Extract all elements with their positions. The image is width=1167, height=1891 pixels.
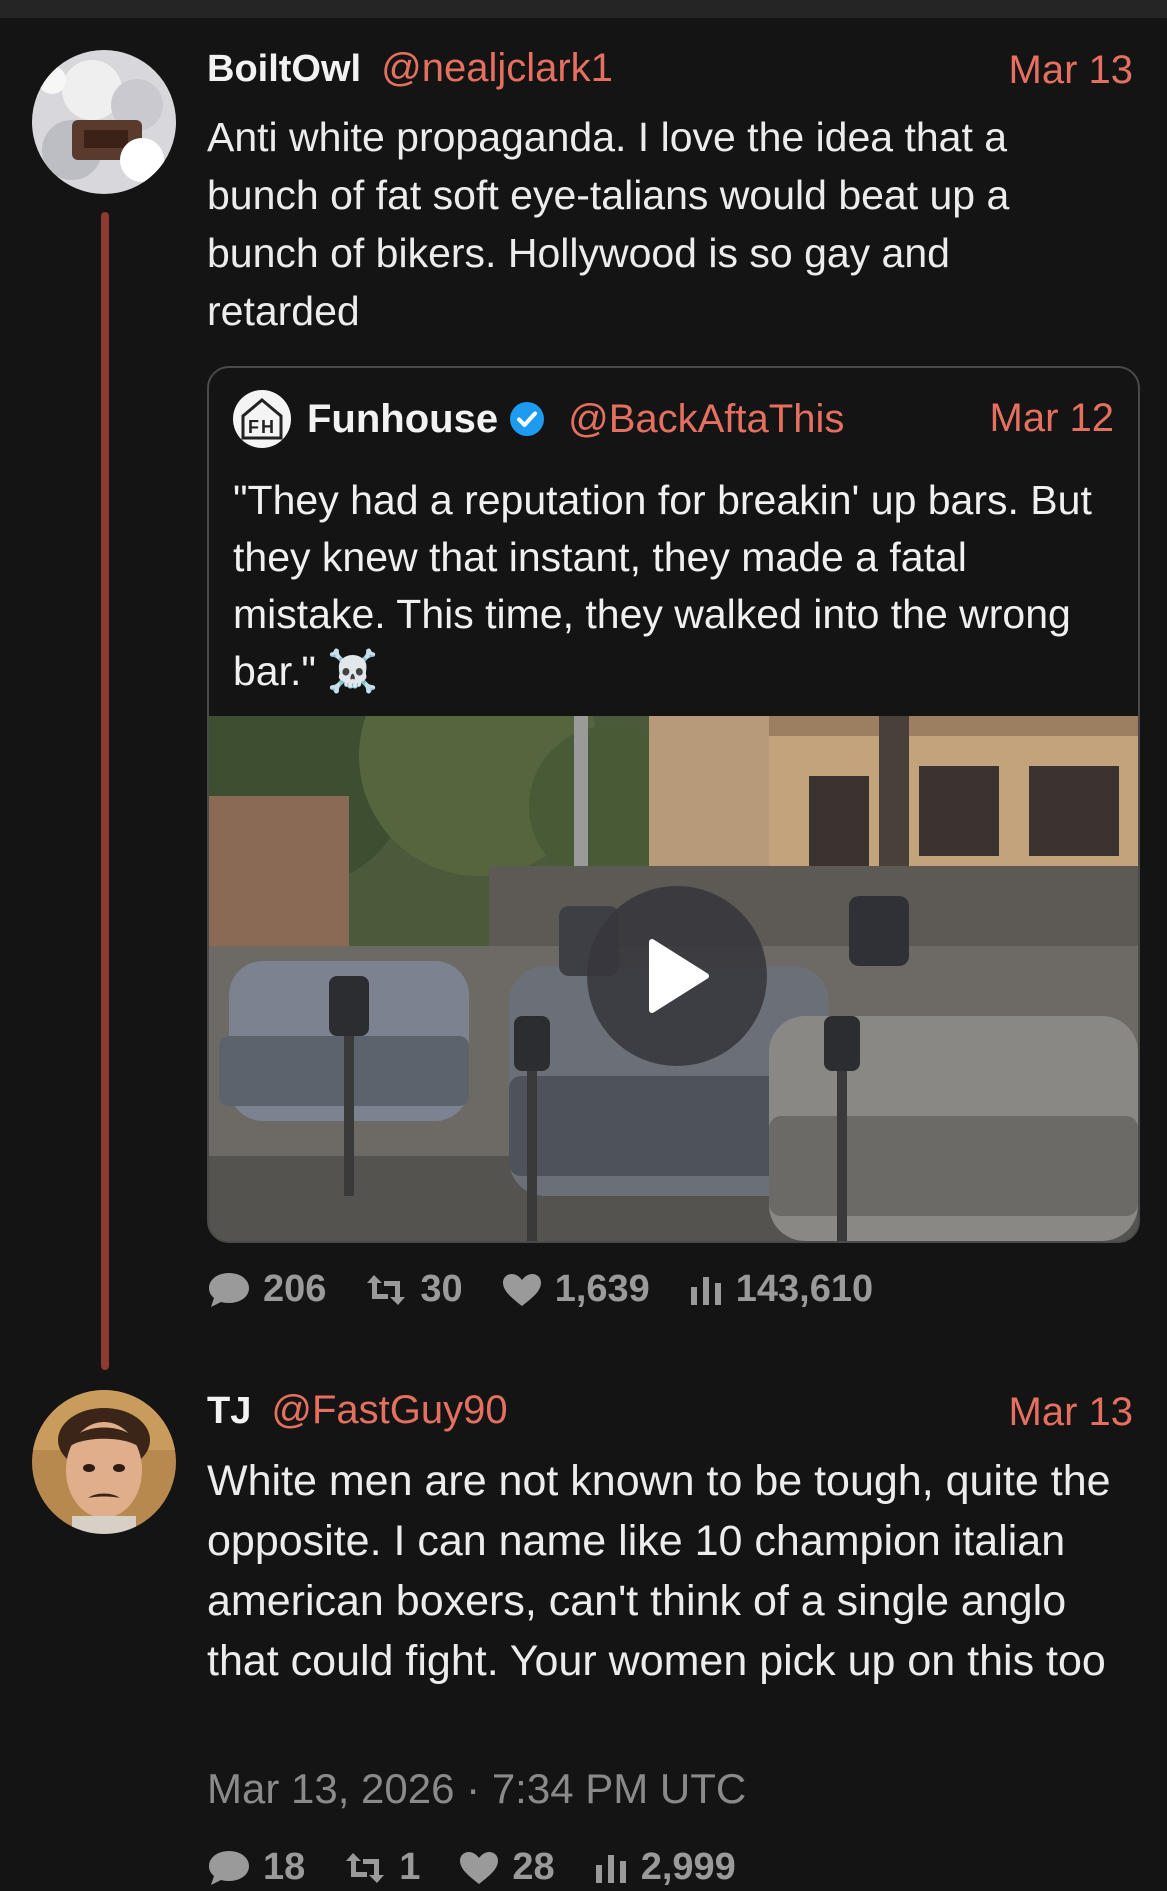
- tweet1-view-count: 143,610: [735, 1268, 874, 1310]
- tweet1-text: Anti white propaganda. I love the idea t…: [207, 114, 1010, 334]
- heart-icon: [460, 1851, 499, 1884]
- tweet1-comment-count: 206: [263, 1268, 327, 1310]
- like-button[interactable]: 1,639: [501, 1268, 650, 1311]
- tweet1-handle[interactable]: @nealjclark1: [381, 46, 613, 91]
- tweet1-date[interactable]: Mar 13: [1009, 48, 1134, 93]
- views-button[interactable]: 2,999: [593, 1846, 736, 1889]
- tweet2-header: TJ @FastGuy90: [207, 1388, 508, 1433]
- tweet2-username[interactable]: TJ: [207, 1390, 251, 1433]
- heart-icon: [502, 1273, 541, 1306]
- quote-username[interactable]: Funhouse: [307, 397, 498, 442]
- tweet2-comment-count: 18: [263, 1846, 306, 1888]
- avatar-tj[interactable]: [32, 1390, 176, 1534]
- svg-text:H: H: [261, 417, 274, 437]
- comment-icon: [209, 1850, 249, 1885]
- avatar-boiltowl[interactable]: [32, 50, 176, 194]
- video-thumbnail[interactable]: [209, 716, 1138, 1241]
- funhouse-logo-icon[interactable]: F H: [233, 390, 291, 448]
- tweet2-like-count: 28: [512, 1846, 555, 1888]
- quote-date[interactable]: Mar 12: [990, 396, 1115, 441]
- views-button[interactable]: 143,610: [688, 1268, 873, 1311]
- retweet-icon: [346, 1852, 385, 1883]
- retweet-button[interactable]: 1: [343, 1846, 420, 1889]
- tweet2-stats: 18 1 28 2,999: [207, 1846, 774, 1889]
- tweet2-view-count: 2,999: [640, 1846, 736, 1888]
- tweet1-header: BoiltOwl @nealjclark1: [207, 46, 613, 91]
- retweet-icon: [367, 1274, 406, 1305]
- svg-text:F: F: [248, 417, 259, 437]
- comment-button[interactable]: 18: [207, 1846, 305, 1889]
- thread-line: [101, 212, 109, 1370]
- verified-icon: [508, 400, 546, 438]
- quote-handle[interactable]: @BackAftaThis: [568, 397, 844, 442]
- play-button[interactable]: [587, 886, 767, 1066]
- top-bar: [0, 0, 1167, 18]
- tweet1-like-count: 1,639: [554, 1268, 650, 1310]
- tweet2-text: White men are not known to be tough, qui…: [207, 1457, 1111, 1685]
- tweet1-stats: 206 30 1,639 143,610: [207, 1268, 911, 1311]
- tweet1-username[interactable]: BoiltOwl: [207, 48, 361, 91]
- retweet-button[interactable]: 30: [364, 1268, 463, 1311]
- views-icon: [690, 1276, 721, 1305]
- tweet2-handle[interactable]: @FastGuy90: [271, 1388, 507, 1433]
- tweet2-timestamp[interactable]: Mar 13, 2026 · 7:34 PM UTC: [207, 1765, 746, 1813]
- quoted-tweet[interactable]: F H Funhouse @BackAftaThis Mar 12 "They …: [207, 366, 1140, 1243]
- tweet2-date[interactable]: Mar 13: [1009, 1390, 1134, 1435]
- quote-header: F H Funhouse @BackAftaThis: [233, 390, 844, 448]
- tweet2-retweet-count: 1: [399, 1846, 421, 1888]
- quote-text: "They had a reputation for breakin' up b…: [233, 477, 1092, 694]
- tweet1-retweet-count: 30: [420, 1268, 463, 1310]
- play-icon: [649, 939, 709, 1013]
- views-icon: [595, 1854, 626, 1883]
- comment-button[interactable]: 206: [207, 1268, 326, 1311]
- like-button[interactable]: 28: [458, 1846, 555, 1889]
- comment-icon: [209, 1272, 249, 1307]
